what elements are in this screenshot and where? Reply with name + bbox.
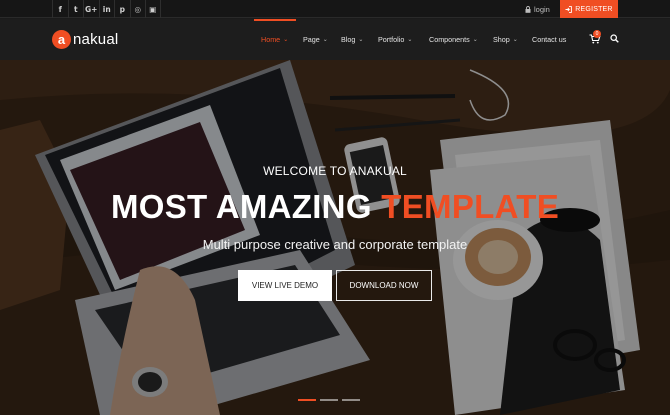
nav-label: Blog	[341, 35, 356, 44]
logo-text: nakual	[73, 31, 119, 48]
linkedin-icon[interactable]: in	[98, 0, 115, 18]
pinterest-icon[interactable]: p	[114, 0, 130, 18]
chevron-down-icon: ⌄	[512, 37, 518, 43]
slider-pagination	[298, 399, 360, 401]
hero-welcome: WELCOME TO ANAKUAL	[263, 164, 407, 178]
sign-in-icon	[565, 5, 573, 13]
logo-badge: a	[52, 30, 71, 49]
login-label: login	[534, 4, 550, 14]
search-icon[interactable]	[610, 34, 619, 43]
nav-label: Home	[261, 35, 281, 44]
register-button[interactable]: REGISTER	[560, 0, 618, 18]
hero-headline: MOST AMAZING TEMPLATE	[0, 188, 670, 226]
nav-label: Components	[429, 35, 470, 44]
site-logo[interactable]: a nakual	[52, 30, 118, 49]
view-live-demo-button[interactable]: VIEW LIVE DEMO	[238, 270, 332, 301]
nav-item-shop[interactable]: Shop ⌄	[493, 19, 518, 60]
headline-accent: TEMPLATE	[381, 188, 560, 225]
google-plus-icon[interactable]: G+	[83, 0, 99, 18]
nav-label: Page	[303, 35, 320, 44]
nav-label: Contact us	[532, 35, 567, 44]
chevron-down-icon: ⌄	[358, 37, 364, 43]
lock-icon	[525, 5, 531, 13]
chevron-down-icon: ⌄	[407, 37, 413, 43]
slider-dot[interactable]	[320, 399, 338, 401]
nav-item-portfolio[interactable]: Portfolio ⌄	[378, 19, 412, 60]
main-header: a nakual	[0, 19, 670, 60]
nav-label: Shop	[493, 35, 510, 44]
nav-item-blog[interactable]: Blog ⌄	[341, 19, 363, 60]
slider-dot[interactable]	[342, 399, 360, 401]
hero-slider: WELCOME TO ANAKUAL MOST AMAZING TEMPLATE…	[0, 60, 670, 415]
register-label: REGISTER	[575, 5, 613, 13]
hero-subline: Multi purpose creative and corporate tem…	[202, 237, 468, 252]
download-now-button[interactable]: DOWNLOAD NOW	[336, 270, 432, 301]
dribbble-icon[interactable]: ◎	[129, 0, 146, 18]
social-links: f t G+ in p ◎ ▣	[52, 0, 161, 18]
login-link[interactable]: login	[525, 0, 550, 18]
top-bar: f t G+ in p ◎ ▣ login REGISTER	[0, 0, 670, 18]
twitter-icon[interactable]: t	[67, 0, 84, 18]
nav-item-contact[interactable]: Contact us	[532, 19, 566, 60]
nav-item-home[interactable]: Home ⌄	[261, 19, 288, 60]
chevron-down-icon: ⌄	[322, 37, 328, 43]
instagram-icon[interactable]: ▣	[145, 0, 161, 18]
chevron-down-icon: ⌄	[283, 37, 289, 43]
headline-main: MOST AMAZING	[110, 188, 382, 225]
facebook-icon[interactable]: f	[52, 0, 68, 18]
nav-label: Portfolio	[378, 35, 405, 44]
slider-dot[interactable]	[298, 399, 316, 401]
chevron-down-icon: ⌄	[472, 37, 478, 43]
nav-item-components[interactable]: Components ⌄	[429, 19, 478, 60]
cart-count-badge: 0	[593, 30, 601, 38]
nav-item-page[interactable]: Page ⌄	[303, 19, 328, 60]
